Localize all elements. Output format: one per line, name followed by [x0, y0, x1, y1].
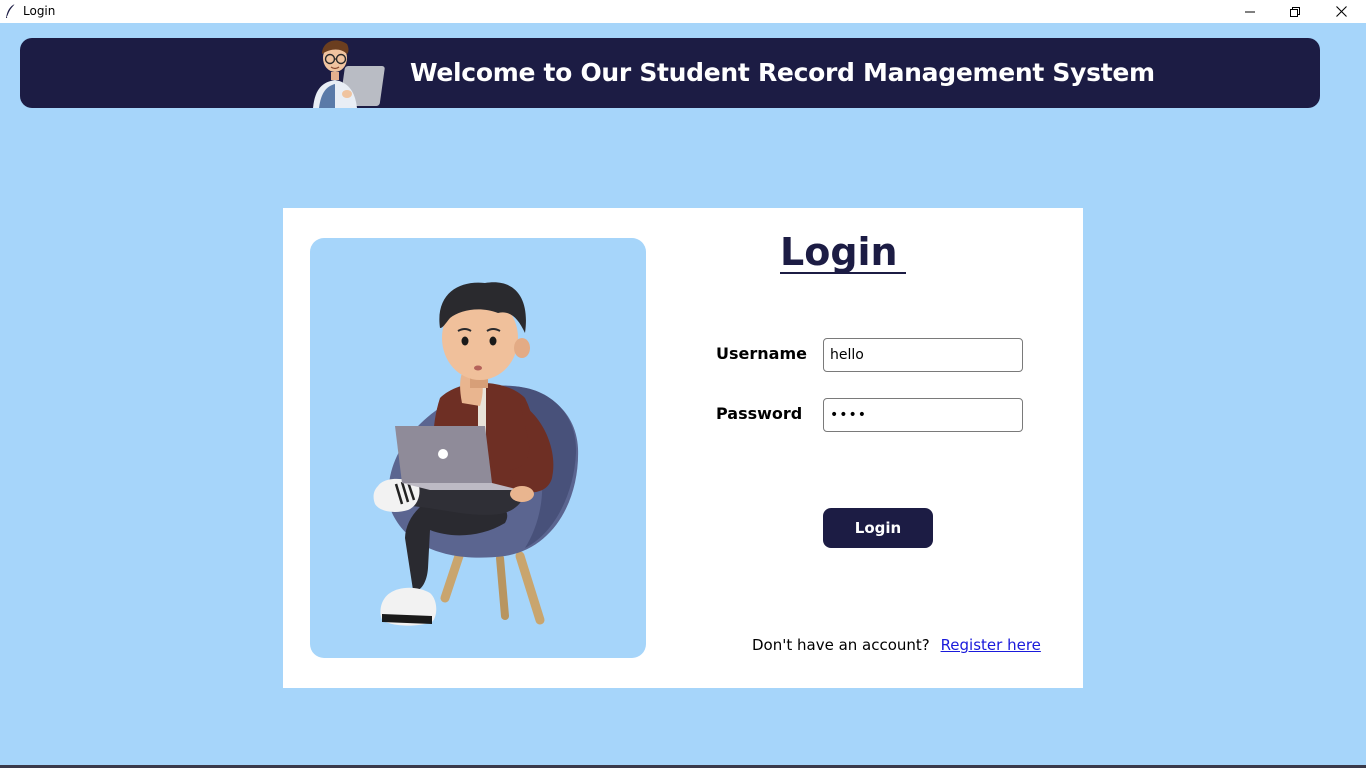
- welcome-heading: Welcome to Our Student Record Management…: [410, 58, 1155, 87]
- login-card: Login Username Password Login Don't have…: [283, 208, 1083, 688]
- password-label: Password: [716, 404, 803, 423]
- login-heading: Login: [780, 230, 898, 274]
- student-illustration-image: [310, 238, 646, 658]
- window-titlebar: Login: [0, 0, 1366, 23]
- student-avatar-image: [305, 38, 393, 108]
- close-button[interactable]: [1318, 0, 1364, 23]
- register-prompt-row: Don't have an account? Register here: [752, 636, 1041, 654]
- restore-button[interactable]: [1272, 0, 1318, 23]
- minimize-button[interactable]: [1227, 0, 1273, 23]
- restore-icon: [1290, 6, 1300, 17]
- minimize-icon: [1245, 7, 1255, 17]
- password-field[interactable]: [823, 398, 1023, 432]
- window-title: Login: [23, 4, 56, 18]
- username-field[interactable]: [823, 338, 1023, 372]
- feather-icon: [4, 3, 18, 20]
- register-link[interactable]: Register here: [941, 636, 1041, 654]
- close-icon: [1335, 6, 1347, 17]
- login-button[interactable]: Login: [823, 508, 933, 548]
- register-prompt-text: Don't have an account?: [752, 636, 930, 654]
- login-heading-underline: [780, 272, 906, 274]
- header-banner: Welcome to Our Student Record Management…: [20, 38, 1320, 108]
- username-label: Username: [716, 344, 807, 363]
